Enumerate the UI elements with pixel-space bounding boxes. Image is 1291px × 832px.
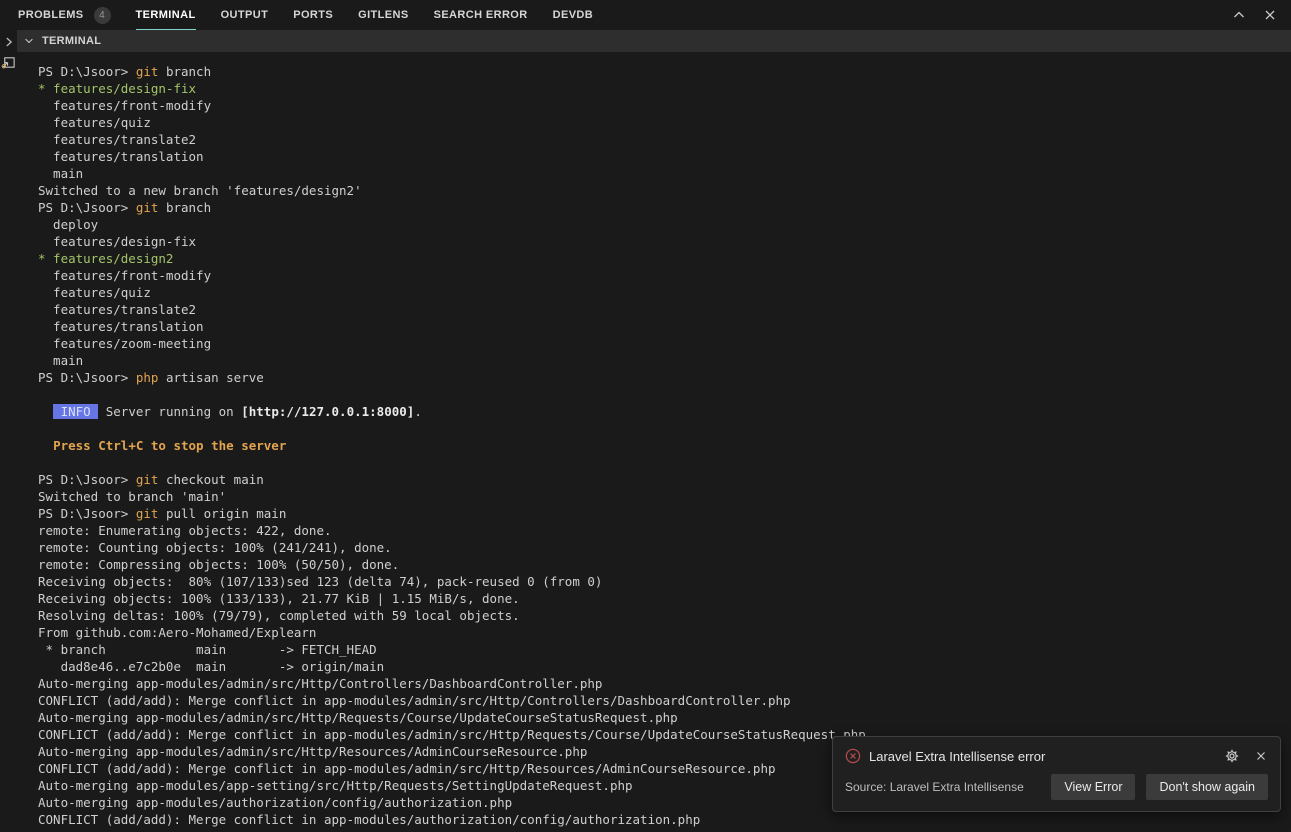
maximize-panel-icon[interactable] (1231, 7, 1247, 23)
notification-footer: Source: Laravel Extra Intellisense View … (845, 774, 1268, 800)
panel-tab-label: SEARCH ERROR (434, 9, 528, 21)
chevron-down-icon (23, 35, 35, 47)
terminal-line: features/translation (38, 318, 1291, 335)
error-icon (845, 748, 861, 764)
view-error-button[interactable]: View Error (1051, 774, 1135, 800)
terminal-line: features/design-fix (38, 233, 1291, 250)
terminal-line: PS D:\Jsoor> git pull origin main (38, 505, 1291, 522)
close-panel-icon[interactable] (1262, 7, 1278, 23)
panel-tab-devdb[interactable]: DEVDB (553, 0, 594, 30)
notification-header: Laravel Extra Intellisense error (845, 748, 1268, 764)
terminal-line: PS D:\Jsoor> git branch (38, 199, 1291, 216)
terminal-line: Resolving deltas: 100% (79/79), complete… (38, 607, 1291, 624)
gear-icon[interactable] (1224, 748, 1240, 764)
panel-body: TERMINAL PS D:\Jsoor> git branch* featur… (0, 30, 1291, 832)
terminal-line: PS D:\Jsoor> git checkout main (38, 471, 1291, 488)
terminal-line: Receiving objects: 80% (107/133)sed 123 … (38, 573, 1291, 590)
terminal-line: features/front-modify (38, 97, 1291, 114)
terminal-line: remote: Enumerating objects: 422, done. (38, 522, 1291, 539)
left-strip (0, 30, 17, 832)
panel-tabs: PROBLEMS 4 TERMINAL OUTPUT PORTS GITLENS SEARC… (18, 0, 593, 30)
panel-tabbar: PROBLEMS 4 TERMINAL OUTPUT PORTS GITLENS SEARC… (0, 0, 1291, 30)
terminal-line: * features/design-fix (38, 80, 1291, 97)
terminal-line: features/zoom-meeting (38, 335, 1291, 352)
dont-show-again-button[interactable]: Don't show again (1146, 774, 1268, 800)
panel-tab-label: PORTS (293, 9, 333, 21)
terminal-main: TERMINAL PS D:\Jsoor> git branch* featur… (17, 30, 1291, 832)
terminal-line: CONFLICT (add/add): Merge conflict in ap… (38, 692, 1291, 709)
chevron-right-icon[interactable] (2, 35, 16, 49)
terminal-line: features/translation (38, 148, 1291, 165)
terminal-line: remote: Counting objects: 100% (241/241)… (38, 539, 1291, 556)
terminal-line: deploy (38, 216, 1291, 233)
terminal-line: * branch main -> FETCH_HEAD (38, 641, 1291, 658)
panel-tab-problems[interactable]: PROBLEMS 4 (18, 0, 111, 30)
panel-tab-gitlens[interactable]: GITLENS (358, 0, 408, 30)
panel-tab-label: DEVDB (553, 9, 594, 21)
terminal-line (38, 454, 1291, 471)
terminal-line: INFO Server running on [http://127.0.0.1… (38, 403, 1291, 420)
panel-tab-label: PROBLEMS (18, 9, 84, 21)
terminal-line: Auto-merging app-modules/admin/src/Http/… (38, 709, 1291, 726)
terminal-section-label: TERMINAL (42, 35, 101, 47)
terminal-line: features/translate2 (38, 301, 1291, 318)
terminal-line: From github.com:Aero-Mohamed/Explearn (38, 624, 1291, 641)
panel-tab-output[interactable]: OUTPUT (221, 0, 269, 30)
terminal-line: Receiving objects: 100% (133/133), 21.77… (38, 590, 1291, 607)
terminal-line: remote: Compressing objects: 100% (50/50… (38, 556, 1291, 573)
terminal-line: * features/design2 (38, 250, 1291, 267)
panel-tab-label: OUTPUT (221, 9, 269, 21)
panel-controls (1231, 7, 1278, 23)
terminal-line: dad8e46..e7c2b0e main -> origin/main (38, 658, 1291, 675)
panel-tab-search-error[interactable]: SEARCH ERROR (434, 0, 528, 30)
terminal-line: CONFLICT (add/add): Merge conflict in ap… (38, 811, 1291, 828)
terminal-output[interactable]: PS D:\Jsoor> git branch* features/design… (17, 52, 1291, 832)
notification-title: Laravel Extra Intellisense error (869, 749, 1216, 764)
terminal-line: main (38, 165, 1291, 182)
panel-tab-label: GITLENS (358, 9, 408, 21)
panel-tab-label: TERMINAL (136, 9, 196, 21)
terminal-section-header[interactable]: TERMINAL (17, 30, 1291, 52)
notification-source: Source: Laravel Extra Intellisense (845, 780, 1040, 794)
problems-count-badge: 4 (94, 7, 111, 24)
terminal-line (38, 386, 1291, 403)
terminal-line: features/quiz (38, 114, 1291, 131)
panel-tab-ports[interactable]: PORTS (293, 0, 333, 30)
terminal-line: Press Ctrl+C to stop the server (38, 437, 1291, 454)
terminal-line: Switched to branch 'main' (38, 488, 1291, 505)
terminal-line: features/translate2 (38, 131, 1291, 148)
move-terminal-into-editor-icon[interactable] (1, 55, 16, 70)
terminal-line: features/quiz (38, 284, 1291, 301)
close-notification-icon[interactable] (1254, 749, 1268, 763)
terminal-line: Switched to a new branch 'features/desig… (38, 182, 1291, 199)
vscode-terminal-panel: PROBLEMS 4 TERMINAL OUTPUT PORTS GITLENS SEARC… (0, 0, 1291, 832)
terminal-line: features/front-modify (38, 267, 1291, 284)
terminal-line: PS D:\Jsoor> php artisan serve (38, 369, 1291, 386)
panel-tab-terminal[interactable]: TERMINAL (136, 0, 196, 30)
terminal-line: main (38, 352, 1291, 369)
notification-toast: Laravel Extra Intellisense error Source:… (832, 736, 1281, 812)
terminal-line: PS D:\Jsoor> git branch (38, 63, 1291, 80)
terminal-line (38, 420, 1291, 437)
terminal-line: Auto-merging app-modules/admin/src/Http/… (38, 675, 1291, 692)
